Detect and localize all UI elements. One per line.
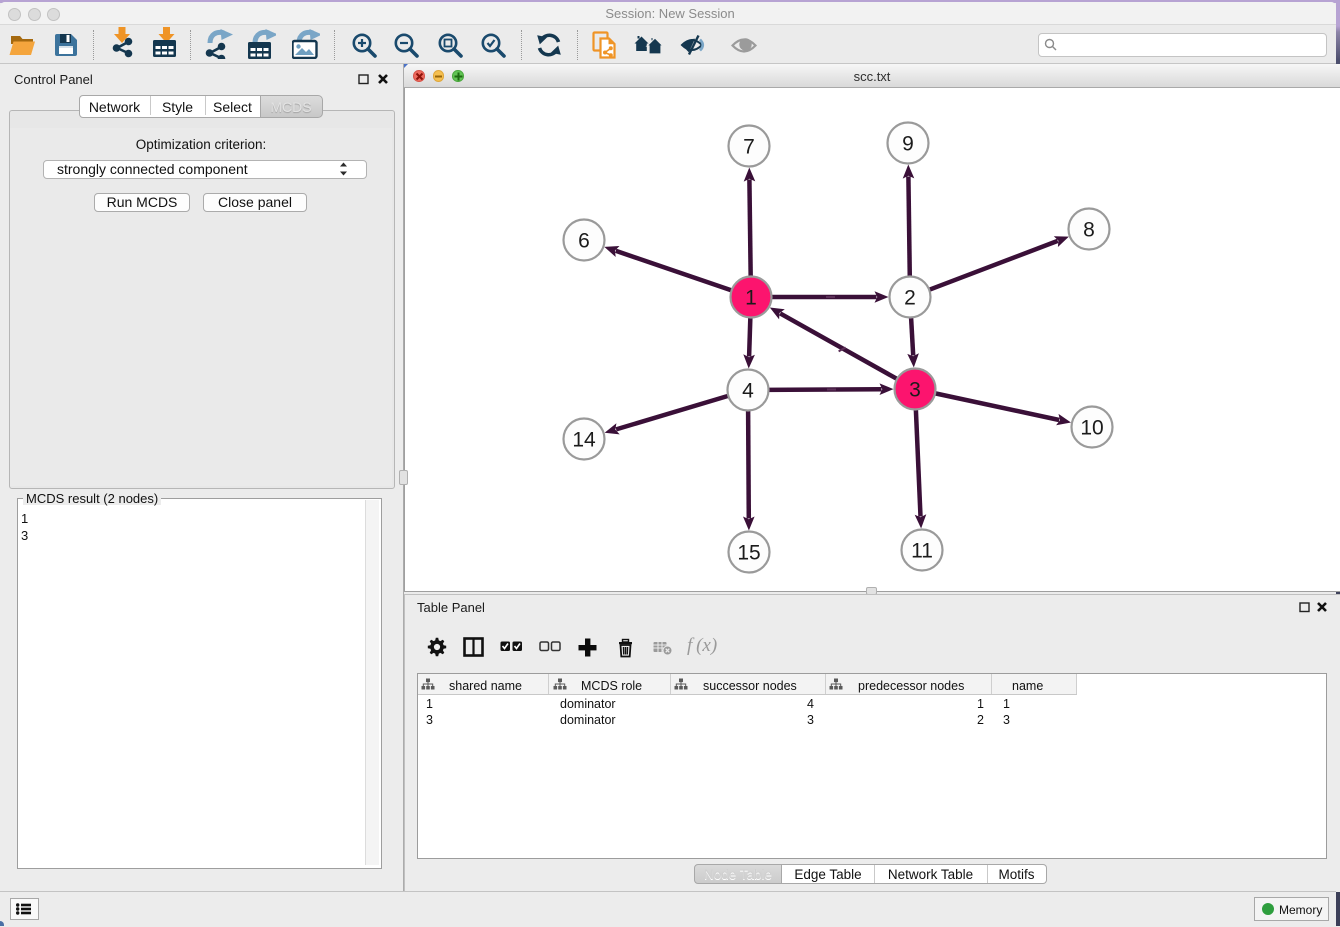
svg-text:4: 4 bbox=[742, 380, 754, 403]
svg-text:6: 6 bbox=[578, 230, 590, 253]
svg-text:7: 7 bbox=[743, 136, 755, 159]
svg-text:2: 2 bbox=[904, 287, 916, 310]
svg-text:3: 3 bbox=[909, 379, 921, 402]
svg-text:1: 1 bbox=[745, 287, 757, 310]
svg-text:9: 9 bbox=[902, 133, 914, 156]
svg-text:11: 11 bbox=[911, 540, 933, 563]
svg-text:14: 14 bbox=[572, 429, 596, 452]
svg-text:8: 8 bbox=[1083, 219, 1095, 242]
svg-text:10: 10 bbox=[1080, 417, 1103, 440]
svg-text:15: 15 bbox=[737, 542, 760, 565]
